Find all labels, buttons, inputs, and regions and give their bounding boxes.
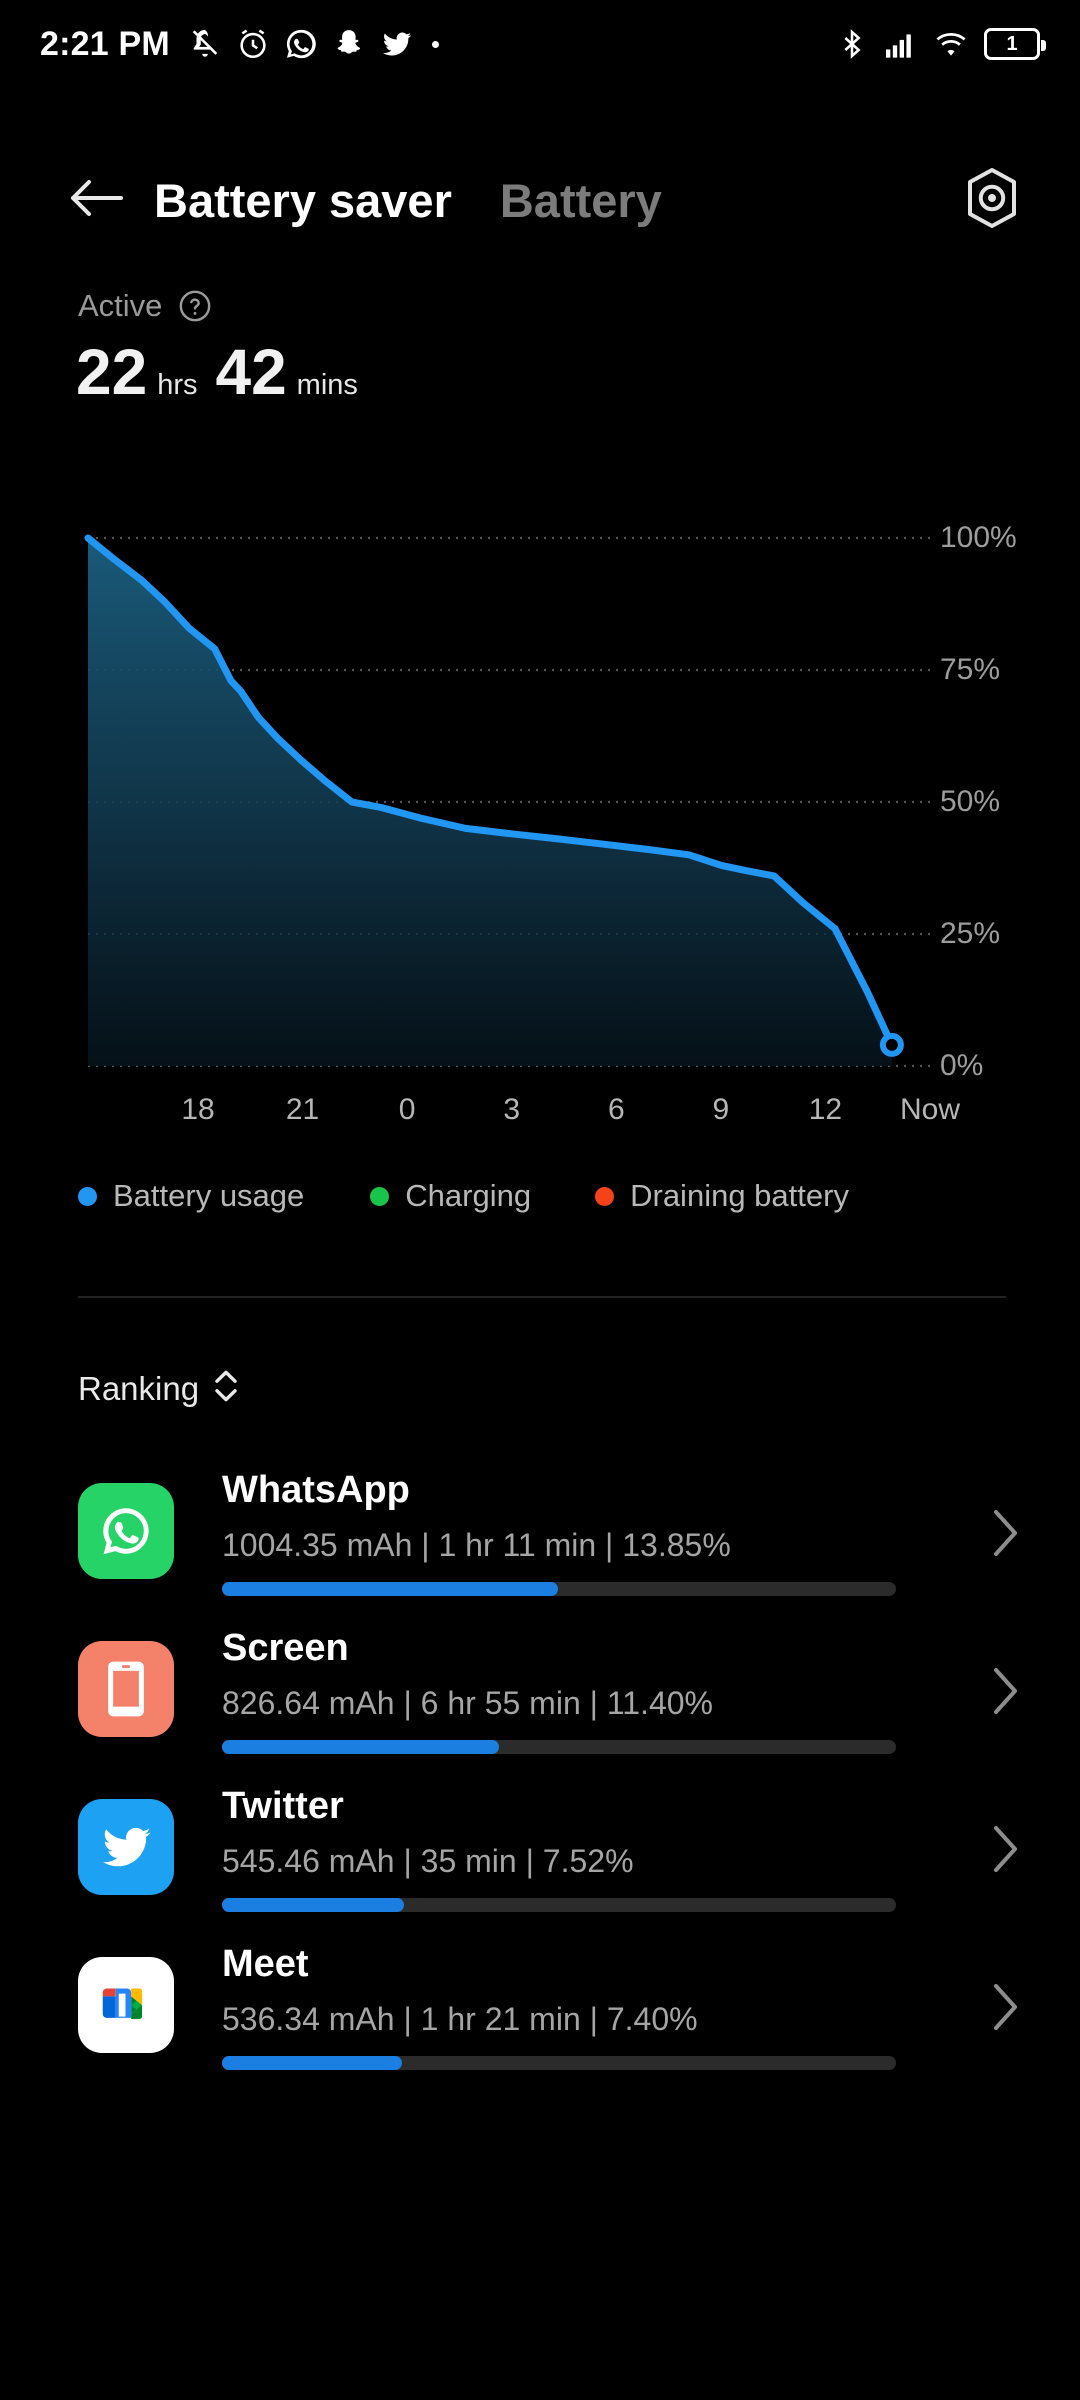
page-title: Battery saver bbox=[154, 173, 452, 227]
app-name: Meet bbox=[222, 1943, 309, 1985]
app-stats: 536.34 mAh | 1 hr 21 min | 7.40% bbox=[222, 2001, 698, 2037]
cellular-signal-icon bbox=[884, 29, 918, 59]
duration-hours-value: 22 bbox=[76, 336, 148, 408]
twitter-icon bbox=[380, 27, 414, 61]
screen-glyph bbox=[108, 1661, 144, 1717]
alarm-icon bbox=[236, 27, 270, 61]
legend-label-charging: Charging bbox=[405, 1178, 532, 1213]
chart-x-tick-label: 21 bbox=[285, 1093, 320, 1126]
bell-mute-icon bbox=[188, 27, 222, 61]
battery-history-chart[interactable]: 100% 75% 50% 25% 0% bbox=[0, 520, 1080, 1100]
back-button[interactable] bbox=[62, 165, 132, 235]
question-mark-icon[interactable] bbox=[178, 289, 212, 323]
tab-battery[interactable]: Battery bbox=[500, 173, 662, 228]
gear-hexagon-icon bbox=[963, 167, 1021, 234]
back-arrow-icon bbox=[69, 175, 125, 226]
app-bar: Battery saver Battery bbox=[0, 140, 1080, 260]
legend-label-draining-battery: Draining battery bbox=[630, 1178, 849, 1213]
legend-item-charging: Charging bbox=[370, 1178, 531, 1214]
chart-x-axis-labels: 18 21 0 3 6 9 12 Now bbox=[0, 1093, 1080, 1143]
app-battery-row[interactable]: Screen 826.64 mAh | 6 hr 55 min | 11.40% bbox=[0, 1613, 1080, 1771]
whatsapp-icon bbox=[284, 27, 318, 61]
app-usage-bar-track bbox=[222, 1582, 896, 1596]
app-usage-bar-fill bbox=[222, 2056, 402, 2070]
chevron-right-icon[interactable] bbox=[986, 1823, 1026, 1875]
battery-level-text: 1 bbox=[1006, 32, 1018, 55]
section-divider bbox=[78, 1296, 1006, 1298]
duration-minutes-unit: mins bbox=[296, 369, 358, 401]
legend-dot-charging bbox=[370, 1186, 390, 1206]
app-battery-row[interactable]: Twitter 545.46 mAh | 35 min | 7.52% bbox=[0, 1771, 1080, 1929]
chart-y-tick-label: 25% bbox=[940, 917, 1001, 950]
duration-hours-unit: hrs bbox=[157, 369, 198, 401]
status-bar-battery: 1 bbox=[984, 28, 1046, 60]
app-stats: 826.64 mAh | 6 hr 55 min | 11.40% bbox=[222, 1685, 713, 1721]
app-name: Screen bbox=[222, 1627, 349, 1669]
app-stats: 1004.35 mAh | 1 hr 11 min | 13.85% bbox=[222, 1527, 731, 1563]
google-meet-glyph bbox=[102, 1988, 143, 2019]
app-battery-row[interactable]: WhatsApp 1004.35 mAh | 1 hr 11 min | 13.8… bbox=[0, 1455, 1080, 1613]
chart-y-tick-label: 0% bbox=[940, 1049, 984, 1082]
app-usage-bar-fill bbox=[222, 1898, 405, 1912]
app-usage-bar-fill bbox=[222, 1740, 499, 1754]
app-name: Twitter bbox=[222, 1785, 344, 1827]
chart-x-tick-label: 12 bbox=[808, 1093, 843, 1126]
app-usage-bar-track bbox=[222, 1740, 896, 1754]
status-bar-clock: 2:21 PM bbox=[40, 24, 170, 63]
legend-dot-battery-usage bbox=[78, 1186, 97, 1206]
twitter-glyph bbox=[103, 1827, 151, 1867]
wifi-icon bbox=[934, 29, 968, 59]
app-icon bbox=[78, 1641, 174, 1737]
app-usage-bar-track bbox=[222, 1898, 896, 1912]
settings-button[interactable] bbox=[956, 164, 1028, 236]
chart-y-axis-labels: 100% 75% 50% 25% 0% bbox=[0, 520, 1080, 1100]
app-battery-row[interactable]: Meet 536.34 mAh | 1 hr 21 min | 7.40% bbox=[0, 1929, 1080, 2087]
status-bar-notification-icons bbox=[188, 27, 439, 61]
app-battery-usage-list: WhatsApp 1004.35 mAh | 1 hr 11 min | 13.8… bbox=[0, 1455, 1080, 2087]
bluetooth-icon bbox=[836, 28, 868, 60]
status-bar-system-icons: 1 bbox=[836, 28, 1046, 60]
chart-y-tick-label: 75% bbox=[940, 653, 1001, 686]
chart-x-tick-label: 3 bbox=[503, 1093, 521, 1126]
chart-x-tick-label: 9 bbox=[712, 1093, 730, 1126]
chevron-right-icon[interactable] bbox=[986, 1507, 1026, 1559]
chart-y-tick-label: 100% bbox=[940, 521, 1017, 554]
chart-y-tick-label: 50% bbox=[940, 785, 1001, 818]
app-name: WhatsApp bbox=[222, 1469, 410, 1511]
status-bar: 2:21 PM 1 bbox=[0, 0, 1080, 88]
legend-label-battery-usage: Battery usage bbox=[113, 1178, 305, 1213]
app-icon bbox=[78, 1957, 174, 2053]
battery-saver-screen: 2:21 PM 1 Battery saver Battery Active 2… bbox=[0, 0, 1080, 2400]
chart-x-tick-label: 0 bbox=[398, 1093, 416, 1126]
chart-x-tick-label: Now bbox=[899, 1093, 961, 1126]
app-usage-bar-track bbox=[222, 2056, 896, 2070]
sort-updown-icon bbox=[213, 1368, 239, 1409]
app-icon bbox=[78, 1799, 174, 1895]
active-label: Active bbox=[78, 288, 163, 323]
legend-dot-draining-battery bbox=[595, 1186, 615, 1206]
chart-legend: Battery usage Charging Draining battery bbox=[78, 1178, 1002, 1214]
app-usage-bar-fill bbox=[222, 1582, 559, 1596]
chart-x-tick-label: 6 bbox=[607, 1093, 625, 1126]
app-icon bbox=[78, 1483, 174, 1579]
duration-minutes-value: 42 bbox=[215, 336, 287, 408]
active-duration: 22 hrs 42 mins bbox=[76, 340, 358, 404]
snapchat-icon bbox=[332, 27, 366, 61]
chart-x-tick-label: 18 bbox=[181, 1093, 215, 1126]
active-summary-header: Active bbox=[78, 288, 212, 324]
app-stats: 545.46 mAh | 35 min | 7.52% bbox=[222, 1843, 634, 1879]
ranking-label: Ranking bbox=[78, 1369, 200, 1407]
ranking-sort-control[interactable]: Ranking bbox=[78, 1368, 239, 1409]
dot-icon bbox=[431, 40, 439, 48]
legend-item-battery-usage: Battery usage bbox=[78, 1178, 304, 1214]
chevron-right-icon[interactable] bbox=[986, 1981, 1026, 2033]
legend-item-draining-battery: Draining battery bbox=[595, 1178, 849, 1214]
chevron-right-icon[interactable] bbox=[986, 1665, 1026, 1717]
whatsapp-glyph bbox=[103, 1508, 149, 1555]
